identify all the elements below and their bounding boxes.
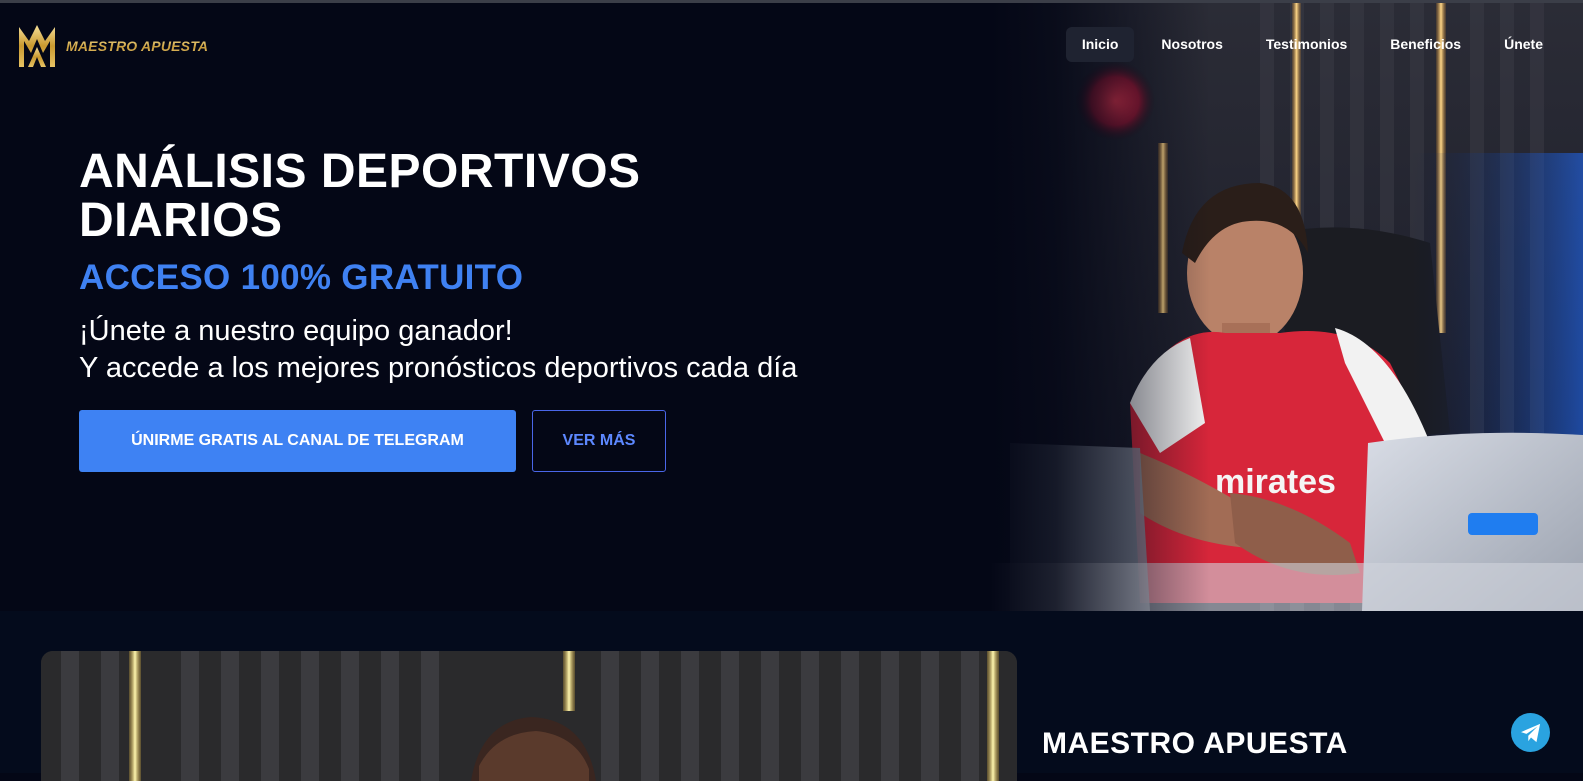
hero-section: mirates ANÁLISIS DEPORTIVOS DIARIOS ACCE… (0, 3, 1583, 611)
about-photo (41, 651, 1017, 781)
crown-monogram-logo-icon (19, 25, 55, 67)
navbar: MAESTRO APUESTA Inicio Nosotros Testimon… (0, 3, 1583, 89)
brand-name: MAESTRO APUESTA (66, 38, 209, 54)
join-telegram-button[interactable]: ÚNIRME GRATIS AL CANAL DE TELEGRAM (79, 410, 516, 472)
hero-title-line1: ANÁLISIS DEPORTIVOS (79, 145, 641, 198)
hero-title: ANÁLISIS DEPORTIVOS DIARIOS (79, 147, 779, 245)
hero-description: ¡Únete a nuestro equipo ganador! Y acced… (79, 313, 797, 387)
about-section: MAESTRO APUESTA (0, 611, 1583, 781)
nav-item-testimonios[interactable]: Testimonios (1250, 27, 1363, 62)
about-photo-illustration (41, 651, 1017, 781)
hero-description-line1: ¡Únete a nuestro equipo ganador! (79, 315, 513, 347)
nav-item-nosotros[interactable]: Nosotros (1145, 27, 1238, 62)
telegram-icon (1520, 723, 1540, 742)
hero-title-line2: DIARIOS (79, 194, 283, 247)
nav-item-beneficios[interactable]: Beneficios (1374, 27, 1477, 62)
hero-photo-fade (990, 3, 1210, 611)
hero-description-line2: Y accede a los mejores pronósticos depor… (79, 352, 798, 384)
nav-item-inicio[interactable]: Inicio (1065, 27, 1135, 62)
nav-item-unete[interactable]: Únete (1488, 27, 1559, 62)
hero-subtitle: ACCESO 100% GRATUITO (79, 258, 524, 297)
main-nav: Inicio Nosotros Testimonios Beneficios Ú… (1055, 27, 1559, 62)
telegram-floating-button[interactable] (1511, 713, 1550, 752)
see-more-button[interactable]: VER MÁS (532, 410, 666, 472)
brand-logo-link[interactable]: MAESTRO APUESTA (17, 23, 208, 69)
about-title: MAESTRO APUESTA (1042, 727, 1348, 760)
